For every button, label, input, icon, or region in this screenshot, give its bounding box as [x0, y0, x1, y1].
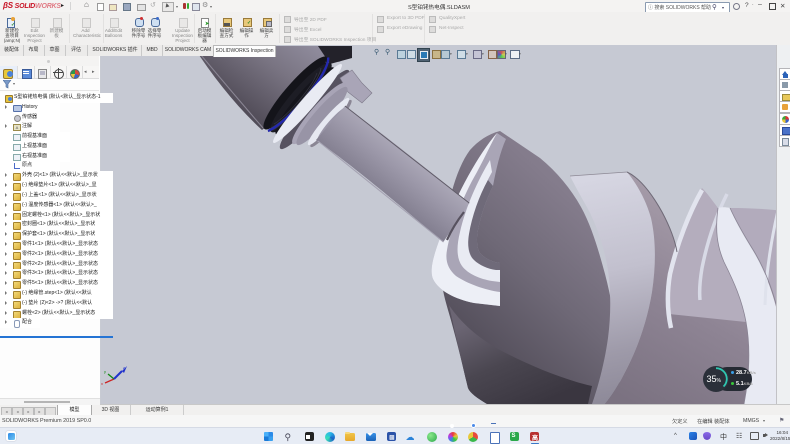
svg-text:y: y — [104, 369, 106, 374]
svg-text:z: z — [123, 365, 125, 370]
svg-text:x: x — [101, 381, 103, 386]
